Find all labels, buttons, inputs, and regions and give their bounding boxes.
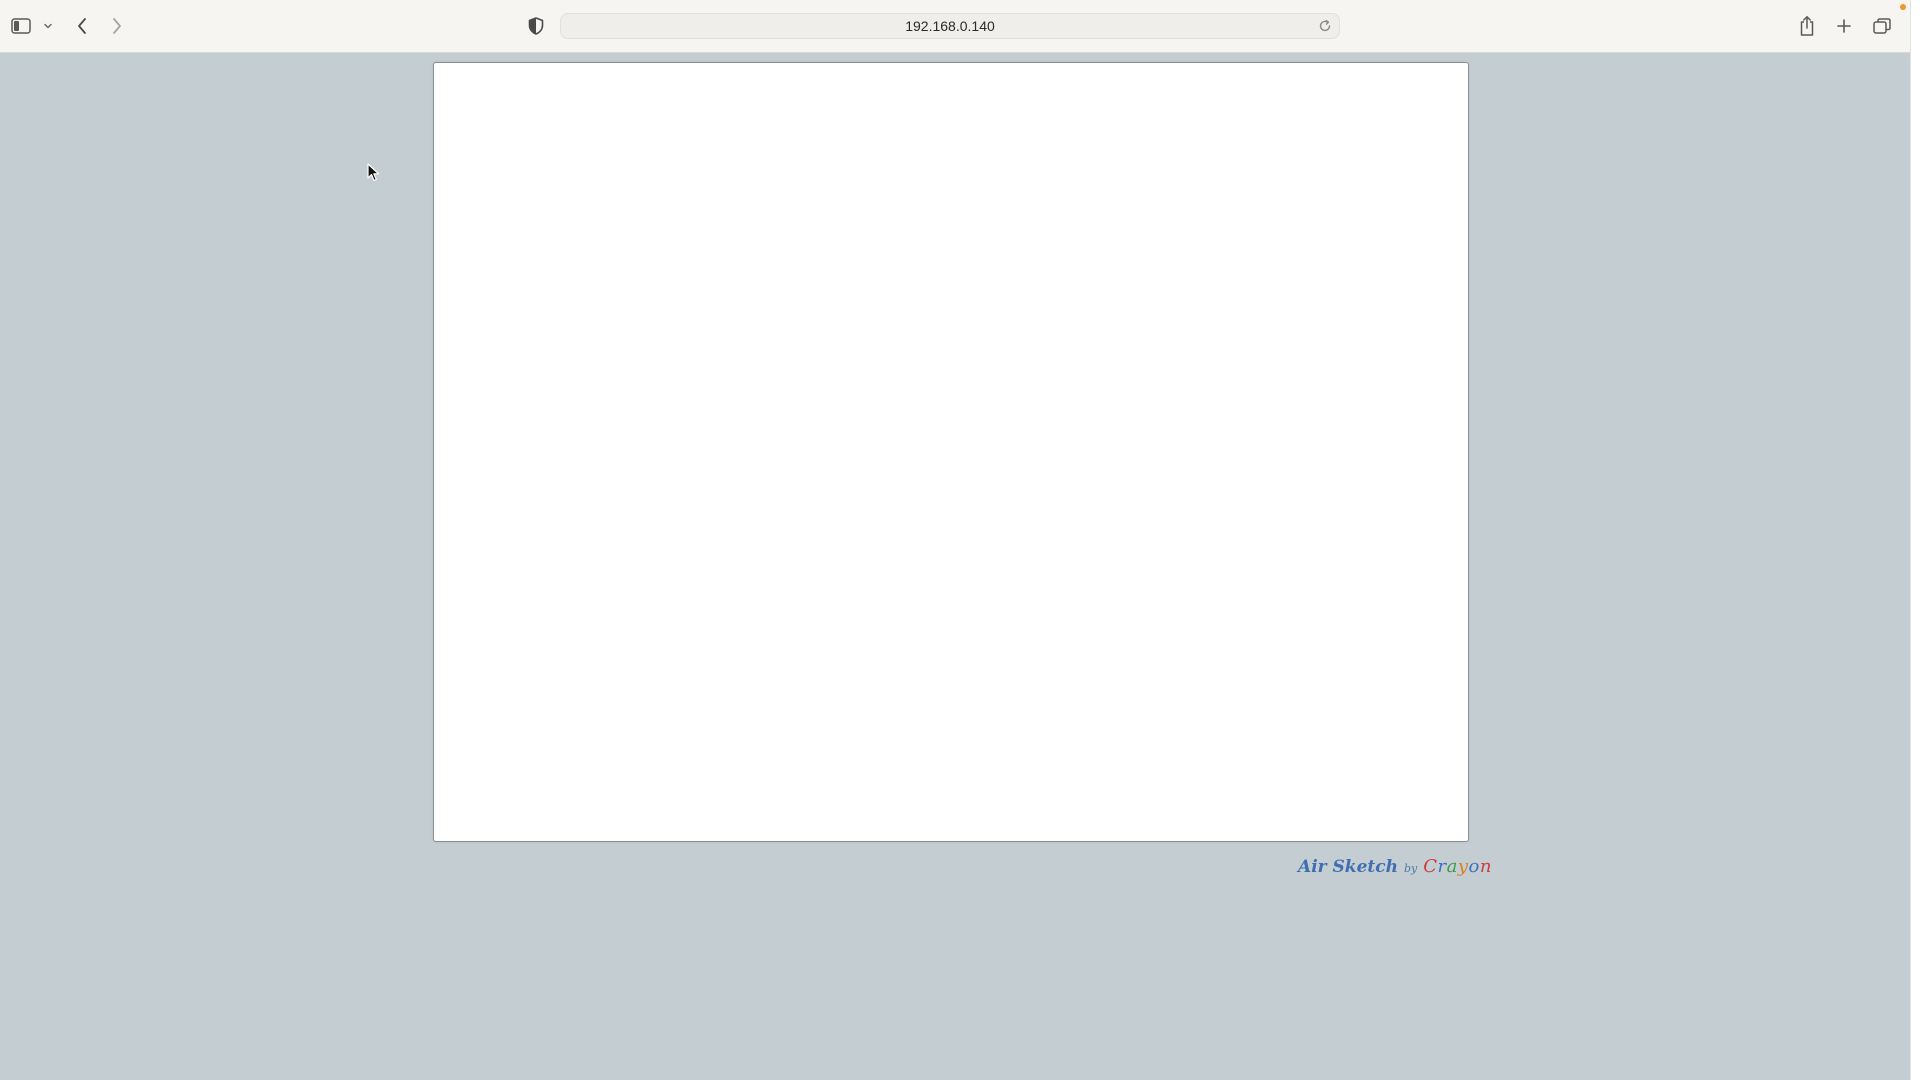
brand-company: Crayon xyxy=(1423,856,1492,877)
browser-window: 192.168.0.140 Air Sketch by Crayon xyxy=(0,0,1920,1080)
brand-letter: a xyxy=(1446,856,1458,877)
chevron-left-icon xyxy=(78,18,86,34)
browser-toolbar: 192.168.0.140 xyxy=(0,0,1910,53)
address-text: 192.168.0.140 xyxy=(905,18,995,34)
new-tab-button[interactable] xyxy=(1833,12,1855,40)
privacy-report-button[interactable] xyxy=(526,12,546,40)
reload-button[interactable] xyxy=(1317,18,1333,34)
notification-dot xyxy=(1900,4,1906,10)
sketch-canvas[interactable] xyxy=(433,62,1469,842)
reload-icon xyxy=(1319,19,1331,32)
sidebar-icon xyxy=(11,18,31,34)
brand-letter: n xyxy=(1479,856,1492,877)
back-button[interactable] xyxy=(72,12,92,40)
page-scrollbar[interactable] xyxy=(1910,0,1920,1080)
brand-letter: y xyxy=(1457,856,1469,877)
tabs-icon xyxy=(1873,18,1891,34)
brand-letter: C xyxy=(1423,856,1438,877)
air-sketch-branding: Air Sketch by Crayon xyxy=(1298,856,1492,886)
share-icon xyxy=(1800,16,1814,36)
share-button[interactable] xyxy=(1796,12,1818,40)
sidebar-menu-button[interactable] xyxy=(41,12,55,40)
brand-letter: o xyxy=(1468,856,1480,877)
address-bar[interactable]: 192.168.0.140 xyxy=(560,13,1340,39)
forward-button[interactable] xyxy=(107,12,127,40)
mouse-pointer xyxy=(367,163,381,183)
cursor-arrow-icon xyxy=(367,163,380,182)
chevron-down-icon xyxy=(44,23,52,29)
shield-icon xyxy=(528,17,544,35)
brand-letter: r xyxy=(1437,856,1447,877)
sidebar-toggle-button[interactable] xyxy=(9,12,33,40)
brand-name: Air Sketch xyxy=(1298,857,1398,877)
brand-by: by xyxy=(1403,862,1418,875)
tab-overview-button[interactable] xyxy=(1870,12,1894,40)
chevron-right-icon xyxy=(113,18,121,34)
plus-icon xyxy=(1837,19,1851,33)
